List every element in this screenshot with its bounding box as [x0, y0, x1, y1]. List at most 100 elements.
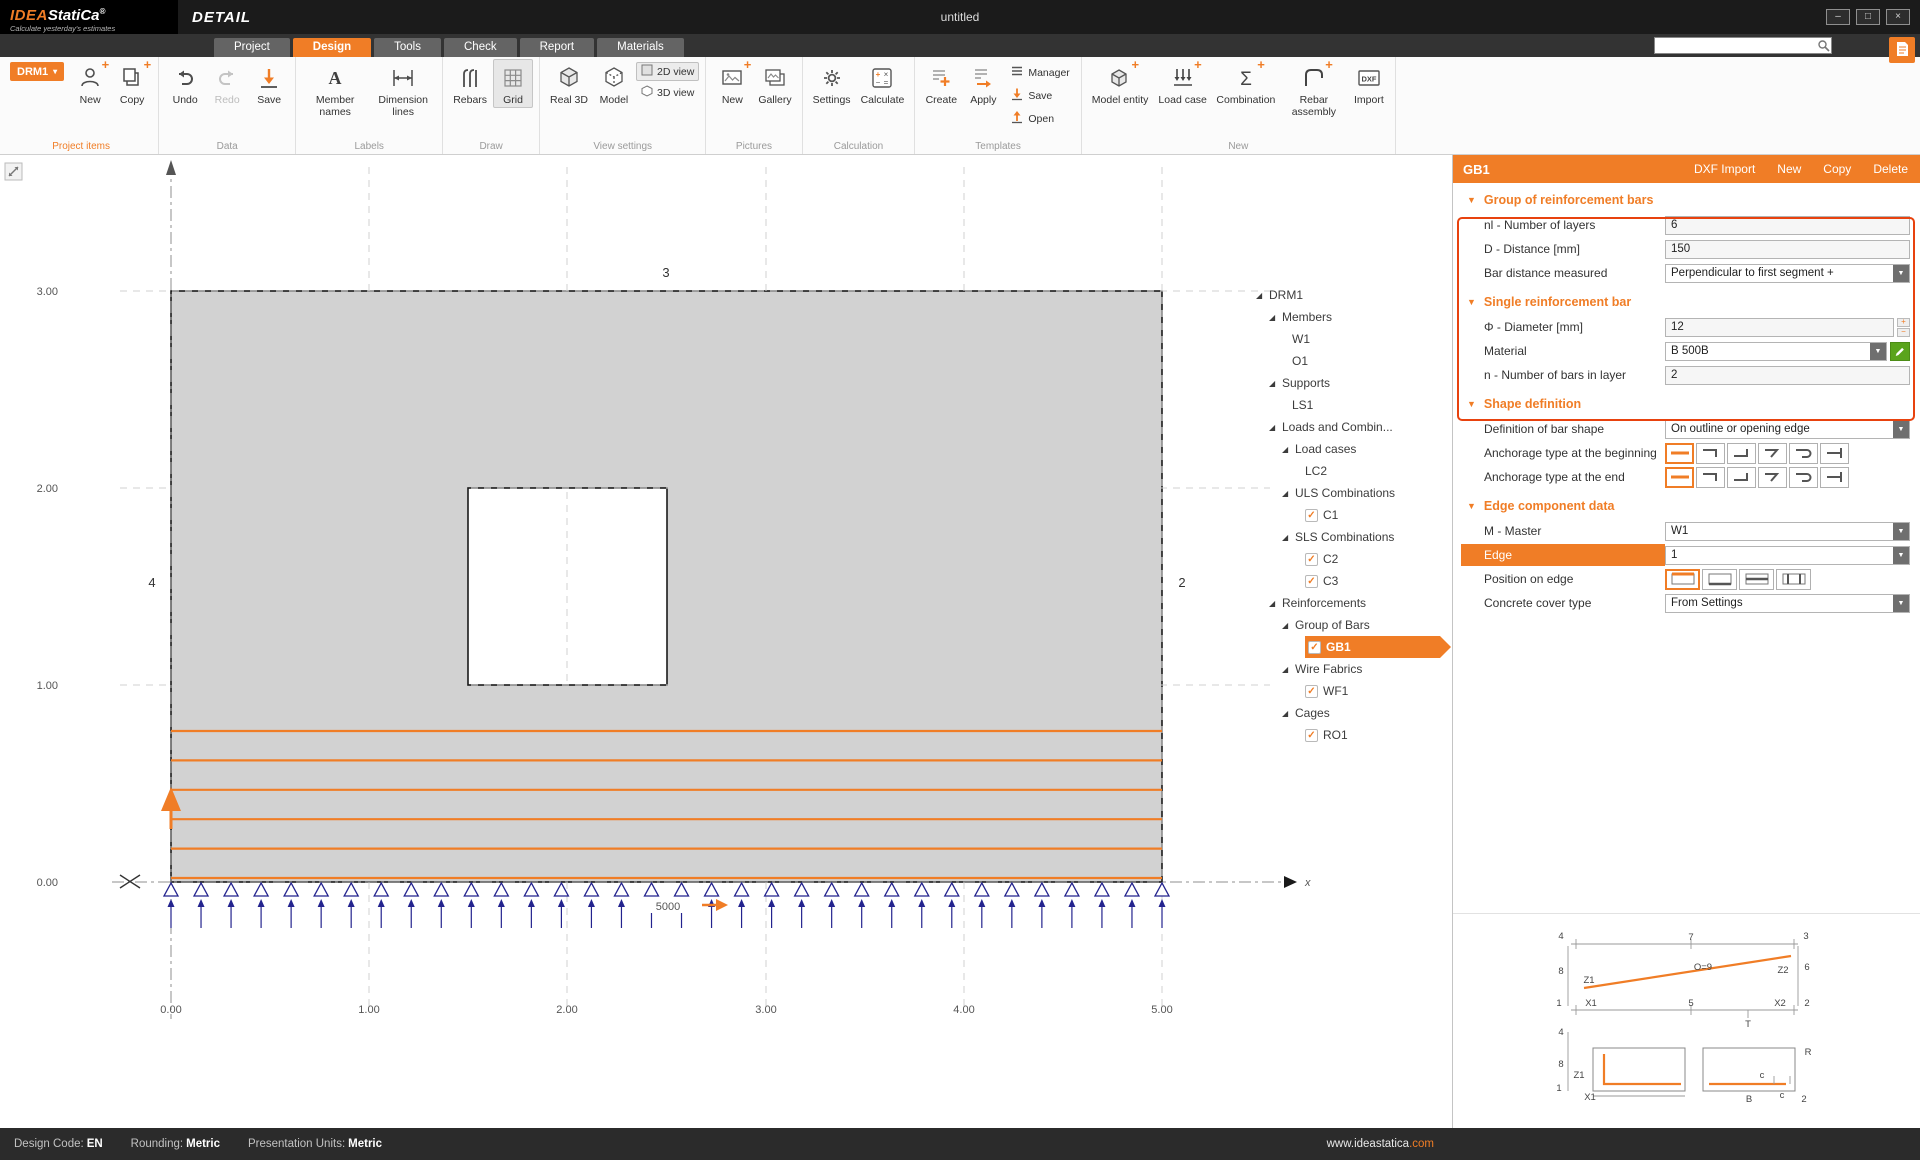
tree-expander-icon[interactable]: ◢ — [1282, 709, 1293, 718]
section-shape-definition[interactable]: ▼ Shape definition — [1453, 391, 1920, 417]
tree-expander-icon[interactable]: ◢ — [1256, 291, 1267, 300]
anchorage-hook-up-button[interactable] — [1727, 467, 1756, 488]
bar-distance-measured-select[interactable]: Perpendicular to first segment + ▼ — [1665, 264, 1910, 283]
concrete-cover-type-select[interactable]: From Settings ▼ — [1665, 594, 1910, 613]
section-edge-component-data[interactable]: ▼ Edge component data — [1453, 493, 1920, 519]
section-single-reinforcement-bar[interactable]: ▼ Single reinforcement bar — [1453, 289, 1920, 315]
new-header-button[interactable]: New — [1777, 162, 1801, 176]
rebars-button[interactable]: Rebars — [449, 59, 491, 108]
new-model-entity-button[interactable]: + Model entity — [1088, 59, 1153, 108]
copy-project-item-button[interactable]: + Copy — [112, 59, 152, 108]
tree-expander-icon[interactable]: ◢ — [1282, 665, 1293, 674]
section-group-of-reinforcement-bars[interactable]: ▼ Group of reinforcement bars — [1453, 187, 1920, 213]
tree-expander-icon[interactable]: ◢ — [1282, 621, 1293, 630]
real-3d-button[interactable]: Real 3D — [546, 59, 592, 108]
tree-expander-icon[interactable]: ◢ — [1282, 445, 1293, 454]
tree-expander-icon[interactable]: ◢ — [1282, 533, 1293, 542]
gallery-button[interactable]: Gallery — [754, 59, 795, 108]
tree-expander-icon[interactable]: ◢ — [1269, 423, 1280, 432]
member-names-button[interactable]: A Member names — [302, 59, 368, 120]
checkbox-icon[interactable]: ✓ — [1308, 641, 1321, 654]
dxf-import-button[interactable]: DXF Import — [1349, 59, 1389, 108]
anchorage-hook-down-button[interactable] — [1696, 467, 1725, 488]
tree-expander-icon[interactable]: ◢ — [1282, 489, 1293, 498]
template-open-button[interactable]: Open — [1005, 108, 1074, 129]
maximize-button[interactable]: □ — [1856, 9, 1880, 25]
redo-button[interactable]: Redo — [207, 59, 247, 108]
checkbox-icon[interactable]: ✓ — [1305, 729, 1318, 742]
tab-report[interactable]: Report — [520, 38, 595, 57]
template-manager-button[interactable]: Manager — [1005, 62, 1074, 83]
model-view-button[interactable]: Model — [594, 59, 634, 108]
tree-item-gb1[interactable]: ✓GB1 — [1256, 636, 1452, 658]
new-project-item-button[interactable]: + New — [70, 59, 110, 108]
fit-view-icon[interactable] — [5, 163, 22, 180]
tree-item-drm1[interactable]: ◢DRM1 — [1256, 284, 1452, 306]
master-select[interactable]: W1 ▼ — [1665, 522, 1910, 541]
close-button[interactable]: × — [1886, 9, 1910, 25]
new-rebar-assembly-button[interactable]: + Rebar assembly — [1281, 59, 1347, 120]
bar-distance-input[interactable] — [1665, 240, 1910, 259]
tree-item-uls-combinations[interactable]: ◢ULS Combinations — [1256, 482, 1452, 504]
help-document-button[interactable] — [1889, 37, 1915, 63]
dimension-lines-button[interactable]: Dimension lines — [370, 59, 436, 120]
anchorage-loop-button[interactable] — [1789, 467, 1818, 488]
tree-item-wire-fabrics[interactable]: ◢Wire Fabrics — [1256, 658, 1452, 680]
dxf-import-header-button[interactable]: DXF Import — [1694, 162, 1755, 176]
search-icon[interactable] — [1815, 38, 1831, 53]
save-button[interactable]: Save — [249, 59, 289, 108]
bar-shape-definition-select[interactable]: On outline or opening edge ▼ — [1665, 420, 1910, 439]
tree-item-reinforcements[interactable]: ◢Reinforcements — [1256, 592, 1452, 614]
new-combination-button[interactable]: Σ + Combination — [1213, 59, 1279, 108]
new-picture-button[interactable]: + New — [712, 59, 752, 108]
bars-in-layer-input[interactable] — [1665, 366, 1910, 385]
anchorage-straight-button[interactable] — [1665, 467, 1694, 488]
tree-item-ro1[interactable]: ✓RO1 — [1256, 724, 1452, 746]
checkbox-icon[interactable]: ✓ — [1305, 509, 1318, 522]
collapse-triangle-icon[interactable]: ▼ — [1467, 297, 1476, 307]
grid-toggle-button[interactable]: Grid — [493, 59, 533, 108]
anchorage-hook-down-button[interactable] — [1696, 443, 1725, 464]
collapse-triangle-icon[interactable]: ▼ — [1467, 501, 1476, 511]
diameter-input[interactable] — [1665, 318, 1894, 337]
apply-template-button[interactable]: Apply — [963, 59, 1003, 108]
copy-header-button[interactable]: Copy — [1823, 162, 1851, 176]
collapse-triangle-icon[interactable]: ▼ — [1467, 399, 1476, 409]
delete-header-button[interactable]: Delete — [1873, 162, 1908, 176]
template-save-button[interactable]: Save — [1005, 85, 1074, 106]
tree-item-c3[interactable]: ✓C3 — [1256, 570, 1452, 592]
tree-item-group-of-bars[interactable]: ◢Group of Bars — [1256, 614, 1452, 636]
tab-design[interactable]: Design — [293, 38, 371, 57]
drawing-canvas[interactable]: x 5000 — [0, 155, 1452, 1128]
tree-item-members[interactable]: ◢Members — [1256, 306, 1452, 328]
settings-button[interactable]: Settings — [809, 59, 855, 108]
tree-item-lc2[interactable]: LC2 — [1256, 460, 1452, 482]
tree-item-cages[interactable]: ◢Cages — [1256, 702, 1452, 724]
tree-expander-icon[interactable]: ◢ — [1269, 379, 1280, 388]
anchorage-hook-135-button[interactable] — [1758, 443, 1787, 464]
anchorage-head-button[interactable] — [1820, 443, 1849, 464]
tree-item-supports[interactable]: ◢Supports — [1256, 372, 1452, 394]
website-link[interactable]: www.ideastatica.com — [1327, 1138, 1434, 1150]
drm1-dropdown[interactable]: DRM1 ▾ — [10, 62, 64, 81]
tab-materials[interactable]: Materials — [597, 38, 684, 57]
tree-item-o1[interactable]: O1 — [1256, 350, 1452, 372]
minimize-button[interactable]: – — [1826, 9, 1850, 25]
checkbox-icon[interactable]: ✓ — [1305, 553, 1318, 566]
tree-expander-icon[interactable]: ◢ — [1269, 313, 1280, 322]
tree-item-sls-combinations[interactable]: ◢SLS Combinations — [1256, 526, 1452, 548]
new-load-case-button[interactable]: + Load case — [1154, 59, 1210, 108]
tree-item-w1[interactable]: W1 — [1256, 328, 1452, 350]
tab-tools[interactable]: Tools — [374, 38, 441, 57]
collapse-triangle-icon[interactable]: ▼ — [1467, 195, 1476, 205]
view-2d-toggle[interactable]: 2D view — [636, 62, 699, 81]
tree-expander-icon[interactable]: ◢ — [1269, 599, 1280, 608]
tree-item-loads-and-combinations[interactable]: ◢Loads and Combin... — [1256, 416, 1452, 438]
anchorage-hook-135-button[interactable] — [1758, 467, 1787, 488]
edit-material-button[interactable] — [1890, 342, 1910, 361]
position-top-button[interactable] — [1665, 569, 1700, 590]
anchorage-straight-button[interactable] — [1665, 443, 1694, 464]
undo-button[interactable]: Undo — [165, 59, 205, 108]
material-select[interactable]: B 500B ▼ — [1665, 342, 1887, 361]
tab-check[interactable]: Check — [444, 38, 517, 57]
